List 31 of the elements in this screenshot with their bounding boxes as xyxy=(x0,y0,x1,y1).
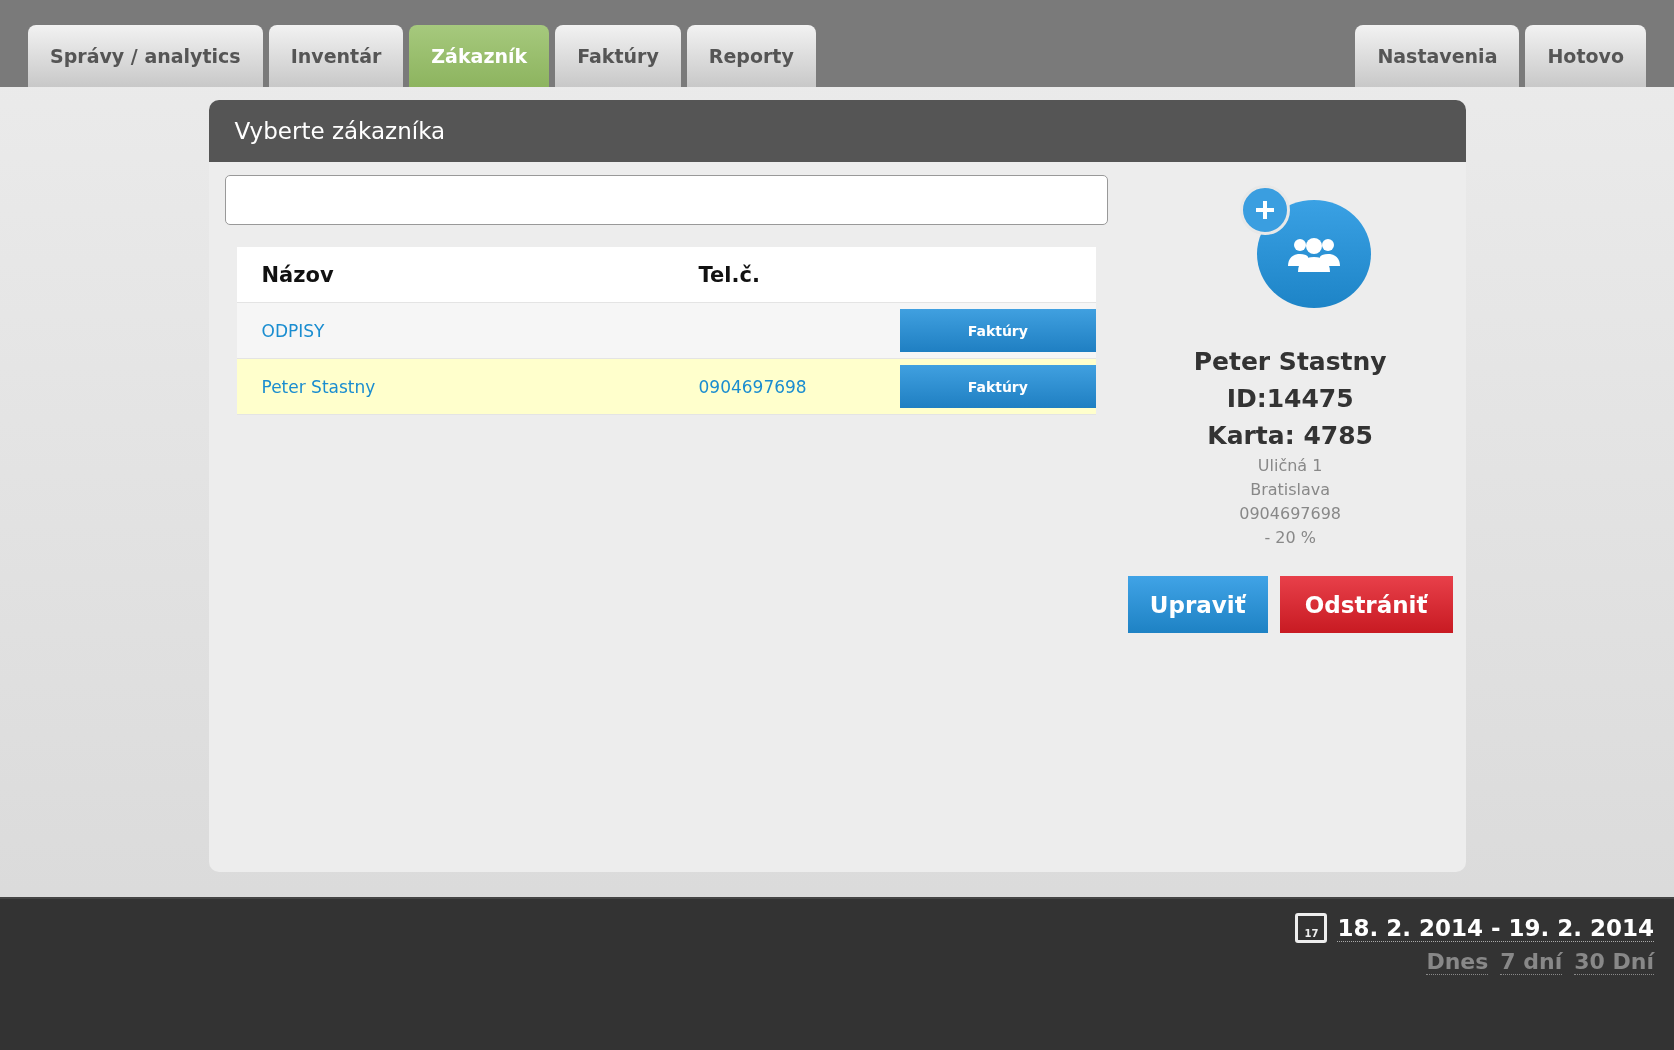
customer-detail: - 20 % xyxy=(1264,527,1316,549)
panel-title: Vyberte zákazníka xyxy=(208,100,1466,162)
date-range-link[interactable]: 18. 2. 2014 - 19. 2. 2014 xyxy=(1337,914,1654,942)
invoices-button[interactable]: Faktúry xyxy=(899,309,1096,352)
column-header: Názov xyxy=(260,262,334,287)
invoices-button[interactable]: Faktúry xyxy=(899,365,1096,408)
customer-id: ID:14475 xyxy=(1226,383,1354,415)
nav-tab[interactable]: Nastavenia xyxy=(1355,25,1520,87)
customer-row[interactable]: ODPISY Faktúry xyxy=(236,303,1096,359)
quick-range-link[interactable]: Dnes xyxy=(1426,949,1489,975)
edit-button[interactable]: Upraviť xyxy=(1127,576,1268,633)
customer-name: Peter Stastny xyxy=(1193,346,1387,378)
calendar-icon[interactable]: 17 xyxy=(1295,913,1328,943)
nav-tab[interactable]: Hotovo xyxy=(1525,25,1646,87)
customer-phone: 0904697698 xyxy=(697,376,807,397)
search-field[interactable] xyxy=(224,175,1108,225)
quick-range-link[interactable]: 30 Dní xyxy=(1574,949,1654,975)
customer-detail: 0904697698 xyxy=(1239,503,1342,525)
customer-detail: Uličná 1 xyxy=(1257,455,1323,477)
column-header: Tel.č. xyxy=(697,262,760,287)
customer-name: Peter Stastny xyxy=(260,376,376,397)
card-number-label: Karta: 4785 xyxy=(1207,420,1373,452)
customer-detail: Bratislava xyxy=(1250,479,1331,501)
customer-row[interactable]: Peter Stastny 0904697698 Faktúry xyxy=(236,359,1096,415)
nav-tab[interactable]: Faktúry xyxy=(555,25,681,87)
customer-name: ODPISY xyxy=(260,320,325,341)
nav-tab[interactable]: Reporty xyxy=(686,25,816,87)
delete-button[interactable]: Odstrániť xyxy=(1279,576,1453,633)
nav-tab[interactable]: Inventár xyxy=(268,25,404,87)
quick-range-link[interactable]: 7 dní xyxy=(1500,949,1563,975)
nav-tab[interactable]: Správy / analytics xyxy=(28,25,263,87)
